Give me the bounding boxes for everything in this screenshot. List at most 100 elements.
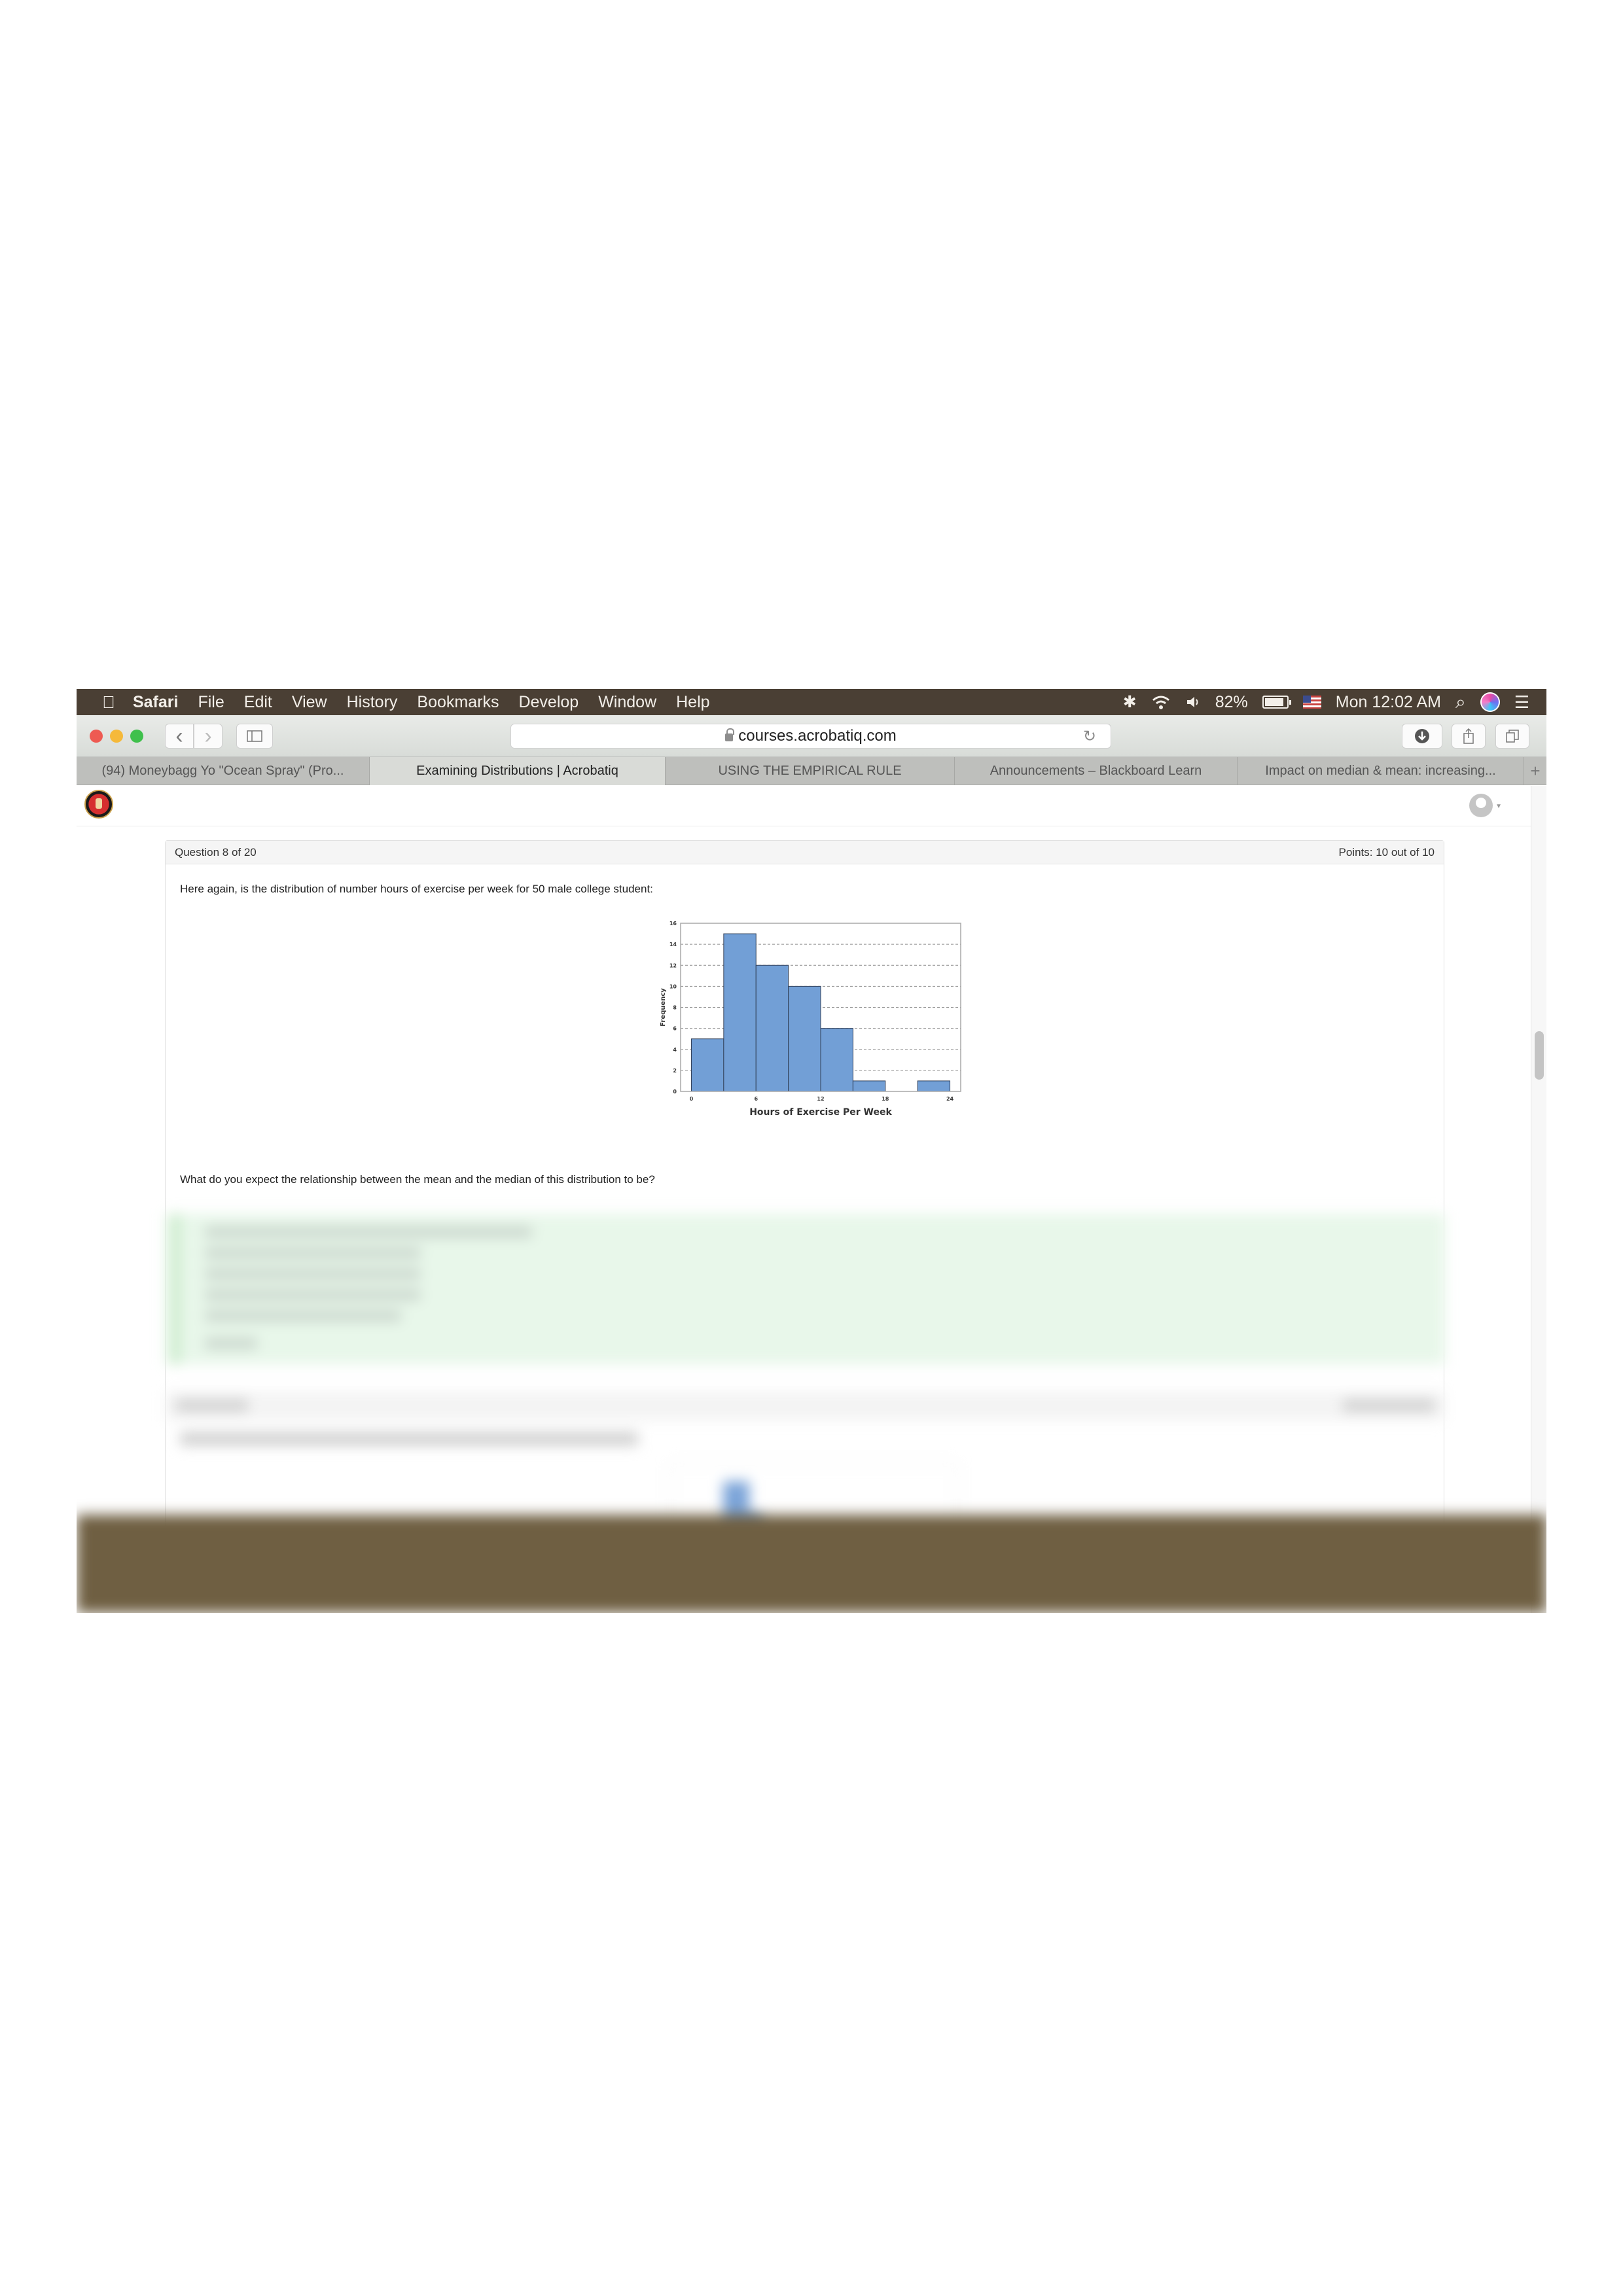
zoom-window-button[interactable] xyxy=(130,730,143,743)
menu-edit[interactable]: Edit xyxy=(244,693,272,712)
menu-help[interactable]: Help xyxy=(676,693,709,712)
y-tick-label: 4 xyxy=(673,1047,677,1053)
bluetooth-icon[interactable]: ✱ xyxy=(1123,692,1137,712)
histogram-bar xyxy=(788,985,821,1092)
y-tick-label: 10 xyxy=(669,983,677,989)
menu-develop[interactable]: Develop xyxy=(518,693,579,712)
chevron-right-icon: › xyxy=(204,723,212,749)
question-text: Here again, is the distribution of numbe… xyxy=(180,883,653,895)
y-tick-label: 6 xyxy=(673,1026,677,1032)
correct-indicator-bar xyxy=(171,1214,180,1364)
clock[interactable]: Mon 12:02 AM xyxy=(1336,693,1441,712)
y-tick-label: 2 xyxy=(673,1068,677,1074)
next-question-text xyxy=(180,1432,638,1445)
volume-icon[interactable] xyxy=(1185,694,1201,710)
battery-fill xyxy=(1264,698,1283,706)
web-page: ▼ Question 8 of 20 Points: 10 out of 10 … xyxy=(77,786,1546,1613)
histogram-bar xyxy=(820,1028,853,1092)
plus-icon: + xyxy=(1530,761,1541,781)
question-header: Question 8 of 20 Points: 10 out of 10 xyxy=(166,841,1444,864)
y-tick-label: 14 xyxy=(669,942,677,947)
answer-option[interactable] xyxy=(205,1311,401,1321)
y-tick-label: 0 xyxy=(673,1089,677,1095)
histogram-bar xyxy=(917,1080,951,1092)
answer-option[interactable] xyxy=(205,1248,421,1258)
input-source-flag-icon[interactable] xyxy=(1302,696,1321,709)
histogram-bar xyxy=(690,1038,724,1092)
share-icon xyxy=(1463,728,1474,744)
tab-label: Impact on median & mean: increasing... xyxy=(1265,764,1496,778)
new-tab-button[interactable]: + xyxy=(1524,757,1546,785)
tab-blackboard-announcements[interactable]: Announcements – Blackboard Learn xyxy=(955,757,1238,785)
question-prompt: What do you expect the relationship betw… xyxy=(180,1173,655,1186)
histogram-bar xyxy=(755,964,789,1092)
tab-impact-median-mean[interactable]: Impact on median & mean: increasing... xyxy=(1238,757,1524,785)
question-points: Points: 10 out of 10 xyxy=(1338,845,1435,858)
show-tabs-button[interactable] xyxy=(1495,724,1529,749)
feedback-text xyxy=(205,1338,257,1349)
forward-button[interactable]: › xyxy=(194,724,223,749)
tab-moneybagg[interactable]: (94) Moneybagg Yo "Ocean Spray" (Pro... xyxy=(77,757,370,785)
lock-icon xyxy=(725,728,735,741)
site-header: ▼ xyxy=(77,786,1531,826)
y-axis-label: Frequency xyxy=(660,988,667,1027)
histogram-chart: 0246810121416 0 6 12 18 24 Hours of Exercise… xyxy=(660,921,961,1118)
menu-bookmarks[interactable]: Bookmarks xyxy=(417,693,499,712)
question-number: Question 8 of 20 xyxy=(175,845,257,858)
answer-feedback-panel xyxy=(166,1214,1445,1364)
answer-option[interactable] xyxy=(205,1269,421,1279)
battery-icon[interactable] xyxy=(1262,696,1291,709)
answer-option[interactable] xyxy=(205,1227,532,1237)
browser-toolbar: ‹ › courses.acrobatiq.com ↻ xyxy=(77,715,1546,757)
menu-file[interactable]: File xyxy=(198,693,224,712)
url-text: courses.acrobatiq.com xyxy=(738,727,897,745)
scrollbar-thumb[interactable] xyxy=(1535,1031,1544,1080)
caret-down-icon[interactable]: ▼ xyxy=(1495,803,1502,810)
page-scrollbar[interactable] xyxy=(1531,786,1546,1613)
tab-label: (94) Moneybagg Yo "Ocean Spray" (Pro... xyxy=(101,764,344,778)
next-question-header xyxy=(166,1392,1445,1421)
tab-empirical-rule[interactable]: USING THE EMPIRICAL RULE xyxy=(666,757,955,785)
minimize-window-button[interactable] xyxy=(110,730,123,743)
question-card: Question 8 of 20 Points: 10 out of 10 He… xyxy=(165,840,1445,1594)
x-axis-label: Hours of Exercise Per Week xyxy=(749,1107,892,1118)
tab-label: Announcements – Blackboard Learn xyxy=(990,764,1202,778)
x-tick-label: 18 xyxy=(882,1096,889,1102)
histogram-bar xyxy=(852,1080,886,1092)
back-button[interactable]: ‹ xyxy=(165,724,194,749)
menu-app-safari[interactable]: Safari xyxy=(133,693,178,712)
university-seal-logo[interactable] xyxy=(84,790,113,819)
address-bar[interactable]: courses.acrobatiq.com ↻ xyxy=(510,724,1111,749)
sidebar-icon xyxy=(247,730,262,742)
user-avatar-icon[interactable] xyxy=(1469,794,1493,817)
battery-percent: 82% xyxy=(1215,692,1248,711)
status-area: ✱ 82% Mon 12:02 AM ⌕ ☰ xyxy=(1123,689,1529,715)
chevron-left-icon: ‹ xyxy=(175,723,183,749)
menu-view[interactable]: View xyxy=(292,693,327,712)
wifi-icon[interactable] xyxy=(1151,694,1171,710)
tab-label: Examining Distributions | Acrobatiq xyxy=(416,764,618,778)
download-icon xyxy=(1415,729,1429,743)
x-tick-label: 12 xyxy=(817,1096,824,1102)
reload-icon[interactable]: ↻ xyxy=(1083,727,1096,746)
apple-menu-icon[interactable]:  xyxy=(99,692,118,713)
tab-examining-distributions[interactable]: Examining Distributions | Acrobatiq xyxy=(370,757,666,785)
sidebar-toggle-button[interactable] xyxy=(236,724,273,749)
y-tick-label: 16 xyxy=(669,921,677,927)
menu-bar:  Safari File Edit View History Bookmark… xyxy=(77,689,1546,715)
share-button[interactable] xyxy=(1452,724,1486,749)
tabs-overview-icon xyxy=(1506,730,1519,743)
menu-window[interactable]: Window xyxy=(598,693,656,712)
notification-center-icon[interactable]: ☰ xyxy=(1514,692,1529,713)
tab-bar: (94) Moneybagg Yo "Ocean Spray" (Pro... … xyxy=(77,757,1546,785)
siri-icon[interactable] xyxy=(1480,692,1500,712)
close-window-button[interactable] xyxy=(90,730,103,743)
answer-option[interactable] xyxy=(205,1290,421,1300)
spotlight-search-icon[interactable]: ⌕ xyxy=(1455,692,1466,713)
downloads-button[interactable] xyxy=(1402,724,1442,749)
x-tick-label: 6 xyxy=(754,1096,758,1102)
y-tick-label: 8 xyxy=(673,1005,677,1011)
histogram-bar xyxy=(723,933,757,1092)
tab-label: USING THE EMPIRICAL RULE xyxy=(718,764,902,778)
menu-history[interactable]: History xyxy=(347,693,398,712)
